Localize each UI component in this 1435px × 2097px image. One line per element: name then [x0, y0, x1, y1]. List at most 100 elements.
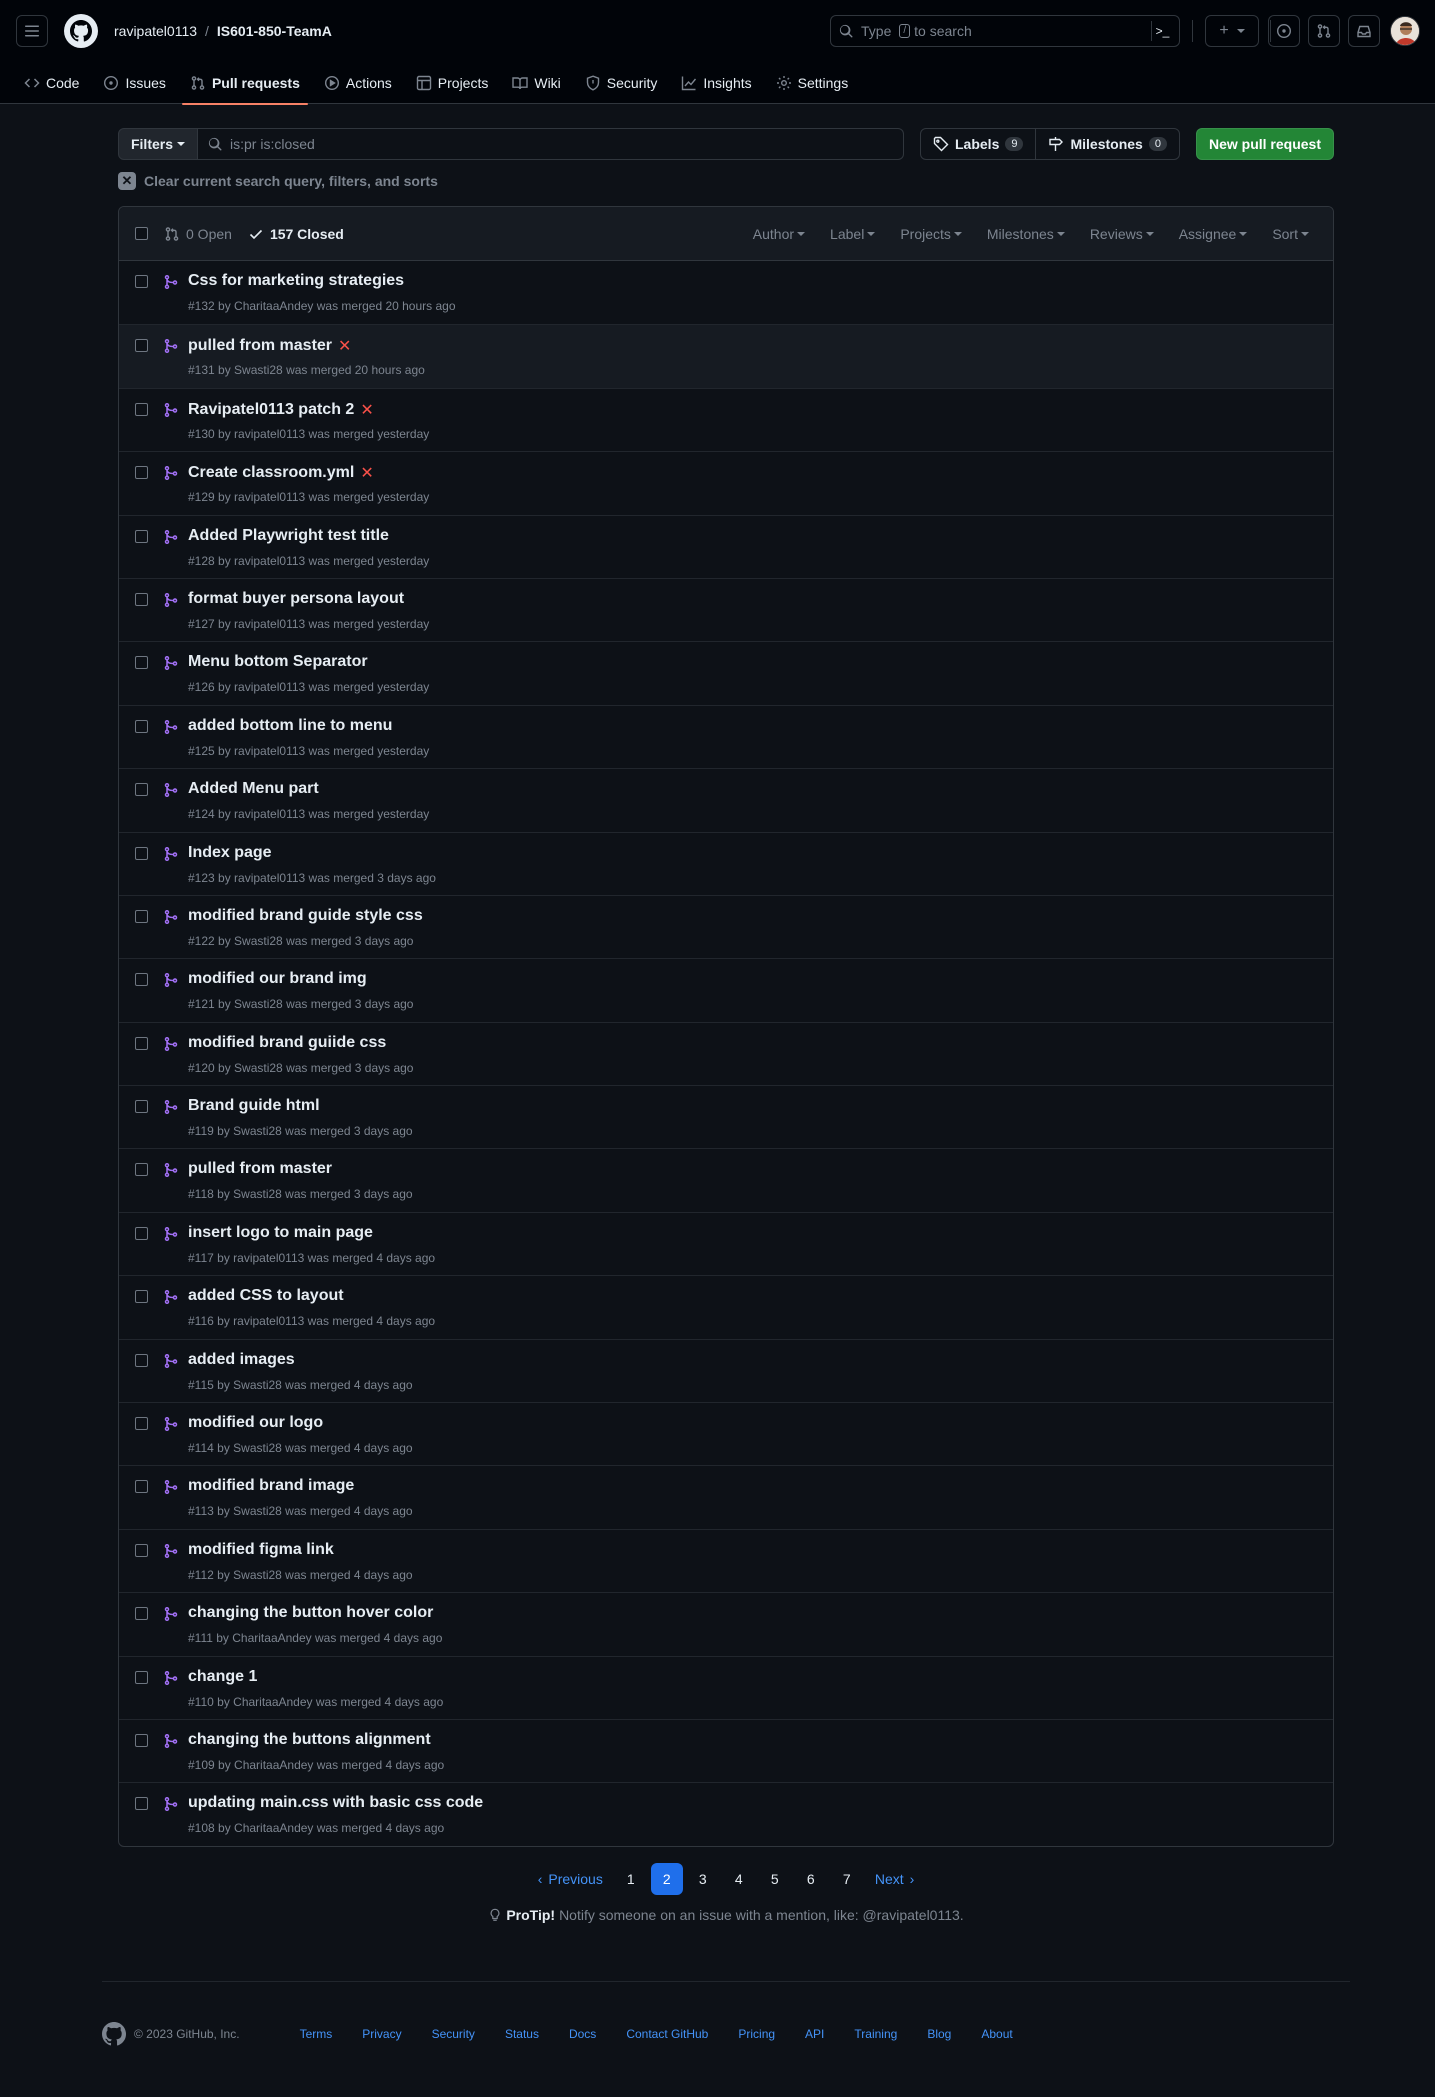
table-row[interactable]: updating main.css with basic css code #10…: [119, 1782, 1333, 1845]
tab-projects[interactable]: Projects: [408, 62, 497, 104]
pr-title-link[interactable]: modified brand image: [188, 1477, 354, 1495]
row-checkbox[interactable]: [135, 1226, 148, 1240]
row-checkbox[interactable]: [135, 1607, 148, 1621]
tab-code[interactable]: Code: [16, 62, 87, 104]
table-row[interactable]: modified brand guiide css #120 by Swasti2…: [119, 1021, 1333, 1085]
sort-dropdown[interactable]: Sort: [1264, 226, 1317, 242]
footer-link[interactable]: Status: [505, 2027, 539, 2041]
pr-title-link[interactable]: added bottom line to menu: [188, 717, 392, 735]
footer-link[interactable]: About: [981, 2027, 1012, 2041]
page-button[interactable]: 3: [687, 1863, 719, 1895]
row-checkbox[interactable]: [135, 973, 148, 987]
row-checkbox[interactable]: [135, 1417, 148, 1431]
failure-x-icon[interactable]: ✕: [360, 400, 373, 420]
tab-pull-requests[interactable]: Pull requests: [181, 62, 308, 105]
table-row[interactable]: Brand guide html #119 by Swasti28 was mer…: [119, 1085, 1333, 1148]
issues-shortcut-button[interactable]: [1268, 15, 1300, 47]
failure-x-icon[interactable]: ✕: [360, 463, 373, 483]
global-search-input[interactable]: Type / to search >_: [830, 15, 1180, 47]
row-checkbox[interactable]: [135, 1480, 148, 1494]
footer-link[interactable]: Terms: [300, 2027, 333, 2041]
pr-title-link[interactable]: changing the buttons alignment: [188, 1731, 431, 1749]
next-page-button[interactable]: Next ›: [867, 1863, 922, 1895]
table-row[interactable]: insert logo to main page #117 by ravipate…: [119, 1211, 1333, 1275]
pr-title-link[interactable]: format buyer persona layout: [188, 590, 404, 608]
pr-title-link[interactable]: Added Menu part: [188, 780, 319, 798]
github-mark-icon[interactable]: [102, 2022, 126, 2046]
row-checkbox[interactable]: [135, 529, 148, 543]
tab-settings[interactable]: Settings: [768, 62, 857, 104]
row-checkbox[interactable]: [135, 846, 148, 860]
table-row[interactable]: modified figma link #112 by Swasti28 was …: [119, 1528, 1333, 1592]
table-row[interactable]: Ravipatel0113 patch 2 ✕ #130 by ravipatel0…: [119, 387, 1333, 451]
table-row[interactable]: modified brand guide style css #122 by Sw…: [119, 894, 1333, 958]
pr-title-link[interactable]: Css for marketing strategies: [188, 272, 404, 290]
row-checkbox[interactable]: [135, 1733, 148, 1747]
closed-filter-link[interactable]: 157 Closed: [248, 226, 344, 242]
row-checkbox[interactable]: [135, 719, 148, 733]
new-pull-request-button[interactable]: New pull request: [1195, 128, 1334, 160]
row-checkbox[interactable]: [135, 402, 148, 416]
footer-link[interactable]: Blog: [927, 2027, 951, 2041]
table-row[interactable]: Css for marketing strategies #132 by Char…: [119, 261, 1333, 324]
pull-requests-shortcut-button[interactable]: [1308, 15, 1340, 47]
pr-title-link[interactable]: pulled from master: [188, 1160, 332, 1178]
pr-title-link[interactable]: modified brand guide style css: [188, 907, 423, 925]
labels-button[interactable]: Labels 9: [921, 129, 1035, 159]
row-checkbox[interactable]: [135, 592, 148, 606]
table-row[interactable]: Added Playwright test title #128 by ravip…: [119, 514, 1333, 578]
footer-link[interactable]: Contact GitHub: [626, 2027, 708, 2041]
table-row[interactable]: modified our brand img #121 by Swasti28 w…: [119, 958, 1333, 1021]
inbox-button[interactable]: [1348, 15, 1380, 47]
footer-link[interactable]: Training: [854, 2027, 897, 2041]
row-checkbox[interactable]: [135, 1100, 148, 1114]
page-button[interactable]: 6: [795, 1863, 827, 1895]
table-row[interactable]: pulled from master #118 by Swasti28 was m…: [119, 1148, 1333, 1211]
search-query-field[interactable]: [198, 128, 904, 160]
hamburger-menu-button[interactable]: [16, 15, 48, 47]
table-row[interactable]: format buyer persona layout #127 by ravip…: [119, 577, 1333, 641]
assignee-filter-dropdown[interactable]: Assignee: [1171, 226, 1256, 242]
pr-title-link[interactable]: added CSS to layout: [188, 1287, 344, 1305]
table-row[interactable]: change 1 #110 by CharitaaAndey was merged…: [119, 1655, 1333, 1719]
pr-title-link[interactable]: modified our logo: [188, 1414, 323, 1432]
footer-link[interactable]: Docs: [569, 2027, 596, 2041]
author-filter-dropdown[interactable]: Author: [745, 226, 813, 242]
milestones-filter-dropdown[interactable]: Milestones: [979, 226, 1073, 242]
clear-filters-link[interactable]: ✕ Clear current search query, filters, a…: [118, 171, 1334, 191]
pr-title-link[interactable]: Ravipatel0113 patch 2 ✕: [188, 400, 374, 420]
pr-title-link[interactable]: Menu bottom Separator: [188, 653, 368, 671]
footer-link[interactable]: API: [805, 2027, 824, 2041]
row-checkbox[interactable]: [135, 466, 148, 480]
create-new-button[interactable]: +: [1205, 15, 1259, 47]
table-row[interactable]: added bottom line to menu #125 by ravipat…: [119, 704, 1333, 768]
reviews-filter-dropdown[interactable]: Reviews: [1082, 226, 1162, 242]
page-button[interactable]: 4: [723, 1863, 755, 1895]
label-filter-dropdown[interactable]: Label: [822, 226, 883, 242]
pr-title-link[interactable]: changing the button hover color: [188, 1604, 433, 1622]
search-query-input[interactable]: [230, 136, 830, 152]
filters-button[interactable]: Filters: [118, 128, 198, 160]
table-row[interactable]: Added Menu part #124 by ravipatel0113 was…: [119, 768, 1333, 831]
pr-title-link[interactable]: Brand guide html: [188, 1097, 320, 1115]
row-checkbox[interactable]: [135, 1670, 148, 1684]
pr-title-link[interactable]: modified brand guiide css: [188, 1034, 386, 1052]
pr-title-link[interactable]: Create classroom.yml ✕: [188, 463, 374, 483]
page-button-current[interactable]: 2: [650, 1862, 683, 1895]
table-row[interactable]: pulled from master ✕ #131 by Swasti28 was …: [119, 324, 1333, 388]
pr-title-link[interactable]: modified our brand img: [188, 970, 367, 988]
page-button[interactable]: 7: [831, 1863, 863, 1895]
pr-title-link[interactable]: modified figma link: [188, 1541, 334, 1559]
tab-wiki[interactable]: Wiki: [504, 62, 568, 104]
milestones-button[interactable]: Milestones 0: [1035, 129, 1178, 159]
table-row[interactable]: Index page #123 by ravipatel0113 was merg…: [119, 831, 1333, 895]
table-row[interactable]: Create classroom.yml ✕ #129 by ravipatel01…: [119, 451, 1333, 514]
user-avatar[interactable]: [1390, 16, 1420, 46]
row-checkbox[interactable]: [135, 1353, 148, 1367]
table-row[interactable]: changing the button hover color #111 by C…: [119, 1592, 1333, 1655]
table-row[interactable]: changing the buttons alignment #109 by Ch…: [119, 1718, 1333, 1782]
pr-title-link[interactable]: Index page: [188, 844, 272, 862]
page-button[interactable]: 1: [615, 1863, 647, 1895]
row-checkbox[interactable]: [135, 1290, 148, 1304]
row-checkbox[interactable]: [135, 1797, 148, 1811]
